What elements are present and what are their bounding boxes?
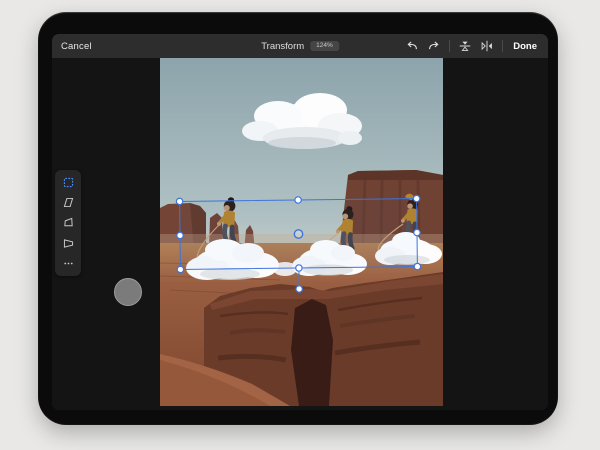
title-group: Transform 124% [261,34,339,58]
transform-tool-panel [55,170,81,276]
tool-free-transform[interactable] [61,175,76,190]
top-toolbar: Cancel Transform 124% [52,34,548,59]
handle-bottom-right [414,263,420,269]
flip-horizontal-icon[interactable] [480,39,494,53]
workspace [52,58,548,410]
handle-top-right [413,195,419,201]
redo-icon[interactable] [427,39,441,53]
tool-distort[interactable] [61,215,76,230]
undo-icon[interactable] [405,39,419,53]
zoom-badge[interactable]: 124% [310,41,339,52]
tablet-frame: Cancel Transform 124% [38,12,558,425]
toolbar-divider [449,40,450,52]
rotate-handle [296,286,302,292]
handle-mid-right [414,229,420,235]
toolbar-actions: Done [405,34,537,58]
app-screen: Cancel Transform 124% [52,34,548,410]
done-button[interactable]: Done [513,41,537,52]
handle-bottom-left [177,266,183,272]
handle-bottom-center [296,265,302,271]
handle-mid-left [177,232,183,238]
more-options-icon[interactable] [61,256,76,271]
page-title: Transform [261,41,304,52]
touch-shortcut-button[interactable] [114,278,142,306]
photo-canvas[interactable] [160,58,443,406]
cancel-button[interactable]: Cancel [61,34,92,58]
handle-top-center [295,197,301,203]
tool-perspective[interactable] [61,236,76,251]
reference-point-handle [294,230,303,239]
flip-vertical-icon[interactable] [458,39,472,53]
tool-skew[interactable] [61,195,76,210]
toolbar-divider [502,40,503,52]
handle-top-left [176,198,182,204]
